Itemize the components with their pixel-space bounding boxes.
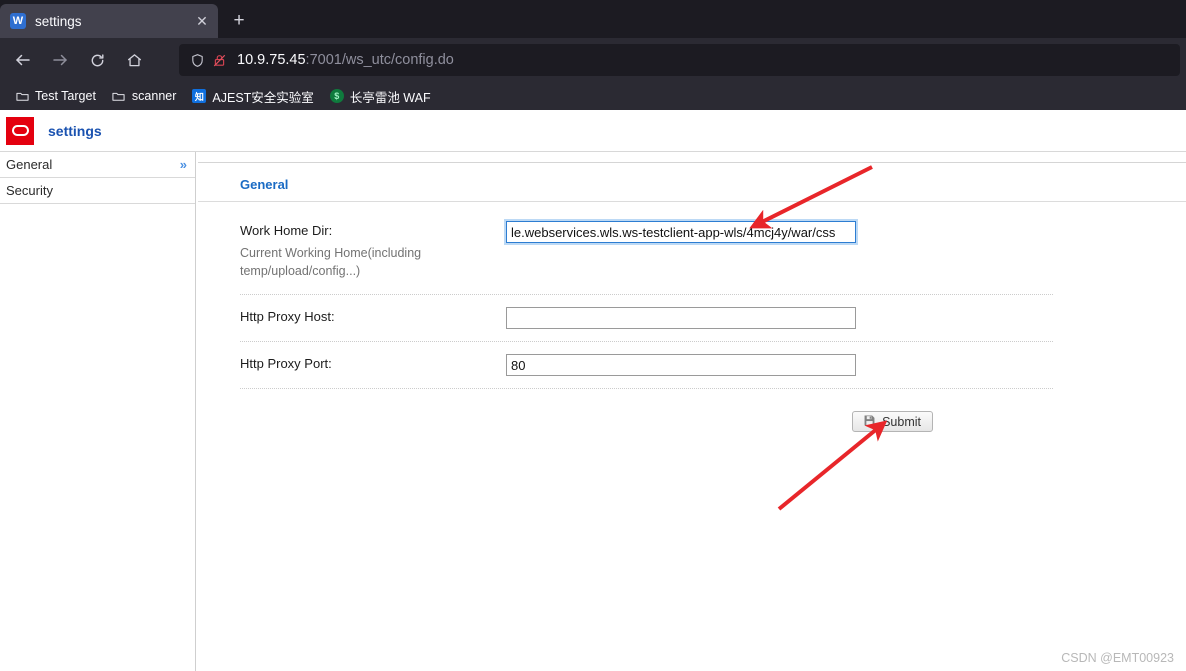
home-icon[interactable] xyxy=(117,44,151,76)
form-row-http-proxy-host: Http Proxy Host: xyxy=(240,295,1053,342)
weblogic-favicon: W xyxy=(10,13,26,29)
work-home-dir-label: Work Home Dir: xyxy=(240,223,333,238)
zhihu-icon: 知 xyxy=(192,89,207,103)
settings-form: Work Home Dir: Current Working Home(incl… xyxy=(198,202,1186,389)
form-row-work-home-dir: Work Home Dir: Current Working Home(incl… xyxy=(240,208,1053,295)
tab-strip: W settings ✕ + xyxy=(0,0,1186,38)
folder-icon xyxy=(15,89,29,103)
close-icon[interactable]: ✕ xyxy=(192,11,212,31)
http-proxy-port-label: Http Proxy Port: xyxy=(240,356,332,371)
bookmark-scanner[interactable]: scanner xyxy=(105,85,183,107)
tab-title: settings xyxy=(35,13,82,29)
bookmark-test-target[interactable]: Test Target xyxy=(8,85,103,107)
insecure-lock-icon[interactable] xyxy=(209,50,229,70)
shield-icon[interactable] xyxy=(187,50,207,70)
save-icon xyxy=(864,415,875,429)
submit-row: Submit xyxy=(198,389,1186,432)
watermark: CSDN @EMT00923 xyxy=(1061,651,1174,665)
bookmark-label: scanner xyxy=(131,89,177,103)
folder-icon xyxy=(112,89,126,103)
reload-icon[interactable] xyxy=(80,44,114,76)
sidebar-item-label: Security xyxy=(6,183,53,198)
bookmark-label: 长亭雷池 WAF xyxy=(349,90,431,105)
panel-title: General xyxy=(198,163,1186,202)
url-host: 10.9.75.45 xyxy=(237,52,306,68)
http-proxy-port-input[interactable] xyxy=(506,354,856,376)
bookmarks-bar: Test Target scanner 知 AJEST安全实验室 $ 长亭雷池 … xyxy=(0,82,1186,110)
sidebar-item-label: General xyxy=(6,157,53,172)
http-proxy-host-label: Http Proxy Host: xyxy=(240,309,335,324)
url-text: 10.9.75.45:7001/ws_utc/config.do xyxy=(237,52,454,68)
sidebar-item-general[interactable]: General » xyxy=(0,152,195,178)
url-path: :7001/ws_utc/config.do xyxy=(305,52,454,68)
navigation-toolbar: 10.9.75.45:7001/ws_utc/config.do xyxy=(0,38,1186,82)
forward-arrow-icon[interactable] xyxy=(43,44,77,76)
work-home-dir-input[interactable] xyxy=(506,221,856,243)
submit-button-label: Submit xyxy=(882,414,921,429)
sidebar-item-security[interactable]: Security xyxy=(0,178,195,204)
sidebar: General » Security xyxy=(0,152,196,671)
url-bar[interactable]: 10.9.75.45:7001/ws_utc/config.do xyxy=(179,44,1180,76)
oracle-logo xyxy=(6,116,34,145)
bookmark-ajest[interactable]: 知 AJEST安全实验室 xyxy=(185,85,320,107)
waf-icon: $ xyxy=(329,89,344,103)
chevron-right-icon[interactable]: » xyxy=(180,157,187,172)
http-proxy-host-input[interactable] xyxy=(506,307,856,329)
page-title: settings xyxy=(48,122,102,139)
submit-button[interactable]: Submit xyxy=(852,411,933,432)
bookmark-label: AJEST安全实验室 xyxy=(212,90,314,105)
work-home-dir-description: Current Working Home(including temp/uplo… xyxy=(240,246,422,278)
general-panel: General Work Home Dir: Current Working H… xyxy=(198,162,1186,432)
app-header: settings xyxy=(0,110,1186,152)
browser-chrome: W settings ✕ + 10.9.75.45:7001/ws_utc/co… xyxy=(0,0,1186,110)
browser-tab-settings[interactable]: W settings ✕ xyxy=(0,4,218,38)
page-content: settings General » Security General Work… xyxy=(0,110,1186,671)
main-content: General Work Home Dir: Current Working H… xyxy=(196,152,1186,671)
form-row-http-proxy-port: Http Proxy Port: xyxy=(240,342,1053,389)
bookmark-waf[interactable]: $ 长亭雷池 WAF xyxy=(323,85,438,107)
back-arrow-icon[interactable] xyxy=(6,44,40,76)
new-tab-button[interactable]: + xyxy=(224,6,254,36)
bookmark-label: Test Target xyxy=(35,89,96,103)
